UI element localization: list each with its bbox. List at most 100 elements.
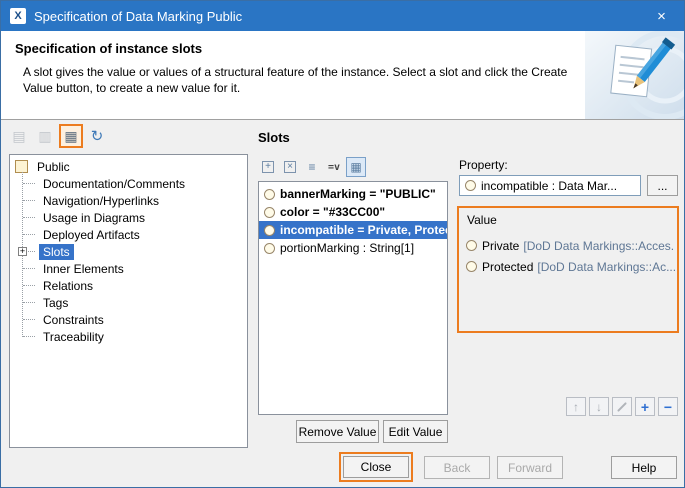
expand-all-icon: ▥ (38, 128, 51, 145)
browse-property-button[interactable]: ... (647, 175, 678, 196)
tree-item-label: Tags (39, 295, 72, 311)
header-description-line2: Value button, to create a new value for … (23, 80, 567, 96)
tree-item-traceability[interactable]: Traceability (13, 328, 247, 345)
down-arrow-icon: ↓ (596, 400, 602, 414)
slot-label: portionMarking : String[1] (280, 241, 414, 255)
tree-item-label: Slots (39, 244, 74, 260)
tree-item-documentation-comments[interactable]: Documentation/Comments (13, 175, 247, 192)
plus-icon: + (641, 399, 649, 415)
header-description-line1: A slot gives the value or values of a st… (23, 64, 567, 80)
specification-dialog: X Specification of Data Marking Public ×… (0, 0, 685, 488)
refresh-icon: ↻ (91, 127, 104, 145)
value-group-title: Value (467, 213, 497, 227)
value-qualifier: [DoD Data Markings::Acces... (523, 239, 675, 253)
document-pencil-illustration (585, 31, 684, 119)
edit-value-button[interactable]: Edit Value (383, 420, 448, 443)
value-group-highlight: Value Private [DoD Data Markings::Acces.… (457, 206, 679, 333)
grid-view-button[interactable]: ▦ (346, 157, 366, 177)
back-button[interactable]: Back (424, 456, 490, 479)
value-name: Private (482, 239, 519, 253)
tree-item-label: Relations (39, 278, 97, 294)
tree-root-label: Public (33, 159, 74, 175)
main-toolbar: ▤ ▥ ▦ ↻ (7, 124, 109, 148)
slots-toolbar: + × ≡ =v ▦ (258, 157, 366, 177)
show-values-icon: =v (328, 162, 340, 173)
close-icon: × (657, 8, 666, 25)
slot-icon (264, 189, 275, 200)
property-label: Property: (459, 158, 508, 172)
header-description: A slot gives the value or values of a st… (23, 64, 567, 96)
window-title: Specification of Data Marking Public (34, 9, 639, 24)
edit-value-small-button[interactable] (612, 397, 632, 416)
tree-item-label: Usage in Diagrams (39, 210, 149, 226)
value-qualifier: [DoD Data Markings::Ac... (537, 260, 675, 274)
collapse-all-icon: ▤ (12, 128, 25, 145)
property-combo[interactable]: incompatible : Data Mar... (459, 175, 641, 196)
expand-all-button[interactable]: ▥ (33, 124, 57, 148)
tree-item-label: Deployed Artifacts (39, 227, 144, 243)
close-button[interactable]: Close (343, 456, 409, 478)
header-title: Specification of instance slots (15, 41, 202, 56)
slot-label: bannerMarking = "PUBLIC" (280, 187, 436, 201)
customize-view-icon: ▦ (64, 128, 77, 145)
tree-item-label: Constraints (39, 312, 108, 328)
move-down-button[interactable]: ↓ (589, 397, 609, 416)
tree-children: Documentation/Comments Navigation/Hyperl… (13, 175, 247, 345)
slot-icon (466, 240, 477, 251)
pencil-icon (617, 402, 627, 412)
slot-icon (264, 207, 275, 218)
value-row-protected[interactable]: Protected [DoD Data Markings::Ac... (464, 256, 675, 277)
close-window-button[interactable]: × (639, 1, 684, 31)
navigation-tree: Public Documentation/Comments Navigation… (9, 154, 248, 448)
expand-nodes-button[interactable]: ≡ (302, 157, 322, 177)
add-value-button[interactable]: + (635, 397, 655, 416)
delete-value-button[interactable]: × (280, 157, 300, 177)
tree-item-constraints[interactable]: Constraints (13, 311, 247, 328)
slot-icon (264, 225, 275, 236)
remove-value-small-button[interactable]: − (658, 397, 678, 416)
value-row-private[interactable]: Private [DoD Data Markings::Acces... (464, 235, 675, 256)
app-icon-letter: X (14, 10, 21, 22)
customize-view-button[interactable]: ▦ (59, 124, 83, 148)
expand-nodes-icon: ≡ (308, 160, 315, 174)
slot-list: bannerMarking = "PUBLIC" color = "#33CC0… (258, 181, 448, 415)
slot-label: color = "#33CC00" (280, 205, 385, 219)
slot-row-portionmarking[interactable]: portionMarking : String[1] (259, 239, 447, 257)
help-button[interactable]: Help (611, 456, 677, 479)
close-button-highlight: Close (339, 452, 413, 482)
create-value-button[interactable]: + (258, 157, 278, 177)
minus-icon: − (664, 399, 672, 415)
dialog-header: Specification of instance slots A slot g… (1, 31, 684, 120)
move-up-button[interactable]: ↑ (566, 397, 586, 416)
tree-item-tags[interactable]: Tags (13, 294, 247, 311)
property-value: incompatible : Data Mar... (481, 179, 617, 193)
slot-row-color[interactable]: color = "#33CC00" (259, 203, 447, 221)
slot-icon (465, 180, 476, 191)
forward-button[interactable]: Forward (497, 456, 563, 479)
tree-item-navigation-hyperlinks[interactable]: Navigation/Hyperlinks (13, 192, 247, 209)
tree-item-usage-in-diagrams[interactable]: Usage in Diagrams (13, 209, 247, 226)
refresh-button[interactable]: ↻ (85, 124, 109, 148)
up-arrow-icon: ↑ (573, 400, 579, 414)
slot-label: incompatible = Private, Protected (280, 223, 448, 237)
tree-item-relations[interactable]: Relations (13, 277, 247, 294)
create-value-icon: + (262, 161, 274, 173)
collapse-all-button[interactable]: ▤ (7, 124, 31, 148)
tree-item-public[interactable]: Public (13, 158, 247, 175)
tree-item-label: Navigation/Hyperlinks (39, 193, 163, 209)
expander-plus-icon[interactable]: + (18, 247, 27, 256)
value-actions: ↑ ↓ + − (566, 397, 678, 416)
slot-row-bannermarking[interactable]: bannerMarking = "PUBLIC" (259, 185, 447, 203)
show-values-button[interactable]: =v (324, 157, 344, 177)
tree-item-label: Documentation/Comments (39, 176, 189, 192)
tree-item-slots[interactable]: + Slots (13, 243, 247, 260)
tree-item-label: Traceability (39, 329, 108, 345)
remove-value-button[interactable]: Remove Value (296, 420, 379, 443)
value-list: Private [DoD Data Markings::Acces... Pro… (464, 235, 675, 277)
tree-item-deployed-artifacts[interactable]: Deployed Artifacts (13, 226, 247, 243)
tree-item-inner-elements[interactable]: Inner Elements (13, 260, 247, 277)
slot-row-incompatible[interactable]: incompatible = Private, Protected (259, 221, 447, 239)
slot-icon (264, 243, 275, 254)
grid-view-icon: ▦ (350, 160, 361, 174)
slots-heading: Slots (258, 130, 290, 145)
